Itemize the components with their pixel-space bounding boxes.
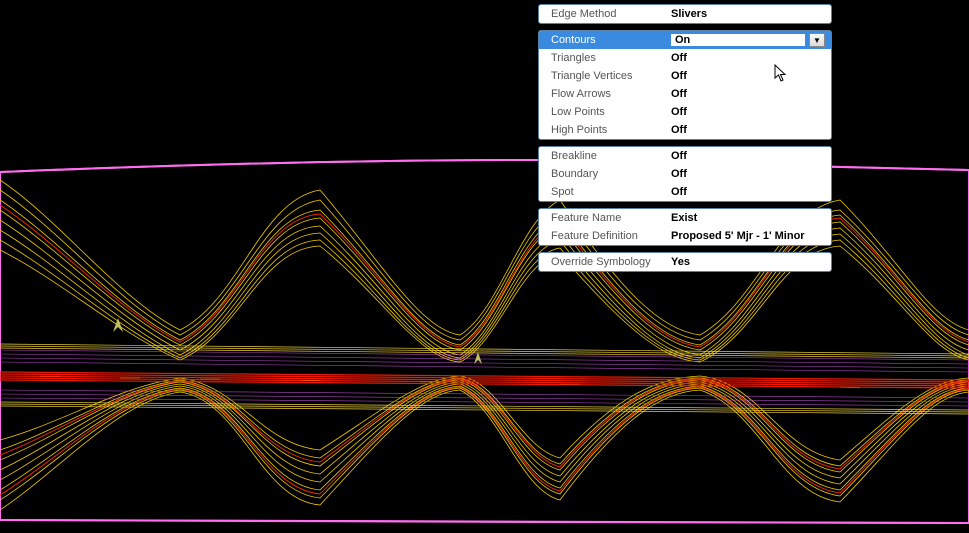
feature-name-value: Exist — [671, 212, 825, 224]
display-panel: Contours On ▼ Triangles Off Triangle Ver… — [538, 30, 832, 140]
high-points-value: Off — [671, 124, 825, 136]
override-symbology-label: Override Symbology — [551, 256, 671, 268]
edge-method-value: Slivers — [671, 8, 825, 20]
triangle-vertices-row[interactable]: Triangle Vertices Off — [539, 67, 831, 85]
contours-row[interactable]: Contours On ▼ — [539, 31, 831, 49]
breakline-label: Breakline — [551, 150, 671, 162]
breakline-value: Off — [671, 150, 825, 162]
triangle-vertices-label: Triangle Vertices — [551, 70, 671, 82]
override-symbology-row[interactable]: Override Symbology Yes — [539, 253, 831, 271]
edge-method-label: Edge Method — [551, 8, 671, 20]
low-points-label: Low Points — [551, 106, 671, 118]
flow-arrows-value: Off — [671, 88, 825, 100]
boundary-row[interactable]: Boundary Off — [539, 165, 831, 183]
triangles-label: Triangles — [551, 52, 671, 64]
contours-label: Contours — [551, 34, 671, 46]
spot-row[interactable]: Spot Off — [539, 183, 831, 201]
linework-panel: Breakline Off Boundary Off Spot Off — [538, 146, 832, 202]
spot-value: Off — [671, 186, 825, 198]
spot-label: Spot — [551, 186, 671, 198]
flow-arrows-label: Flow Arrows — [551, 88, 671, 100]
high-points-row[interactable]: High Points Off — [539, 121, 831, 139]
triangles-value: Off — [671, 52, 825, 64]
triangle-vertices-value: Off — [671, 70, 825, 82]
feature-definition-row[interactable]: Feature Definition Proposed 5' Mjr - 1' … — [539, 227, 831, 245]
boundary-value: Off — [671, 168, 825, 180]
edge-method-row: Edge Method Slivers — [539, 5, 831, 23]
breakline-row[interactable]: Breakline Off — [539, 147, 831, 165]
high-points-label: High Points — [551, 124, 671, 136]
triangles-row[interactable]: Triangles Off — [539, 49, 831, 67]
edge-method-panel: Edge Method Slivers — [538, 4, 832, 24]
feature-panel: Feature Name Exist Feature Definition Pr… — [538, 208, 832, 246]
feature-name-row[interactable]: Feature Name Exist — [539, 209, 831, 227]
feature-definition-value: Proposed 5' Mjr - 1' Minor — [671, 230, 825, 242]
contours-value: On — [671, 34, 805, 46]
override-symbology-value: Yes — [671, 256, 825, 268]
dropdown-arrow-icon[interactable]: ▼ — [809, 33, 825, 47]
flow-arrows-row[interactable]: Flow Arrows Off — [539, 85, 831, 103]
override-panel: Override Symbology Yes — [538, 252, 832, 272]
low-points-row[interactable]: Low Points Off — [539, 103, 831, 121]
boundary-label: Boundary — [551, 168, 671, 180]
feature-definition-label: Feature Definition — [551, 230, 671, 242]
feature-name-label: Feature Name — [551, 212, 671, 224]
low-points-value: Off — [671, 106, 825, 118]
